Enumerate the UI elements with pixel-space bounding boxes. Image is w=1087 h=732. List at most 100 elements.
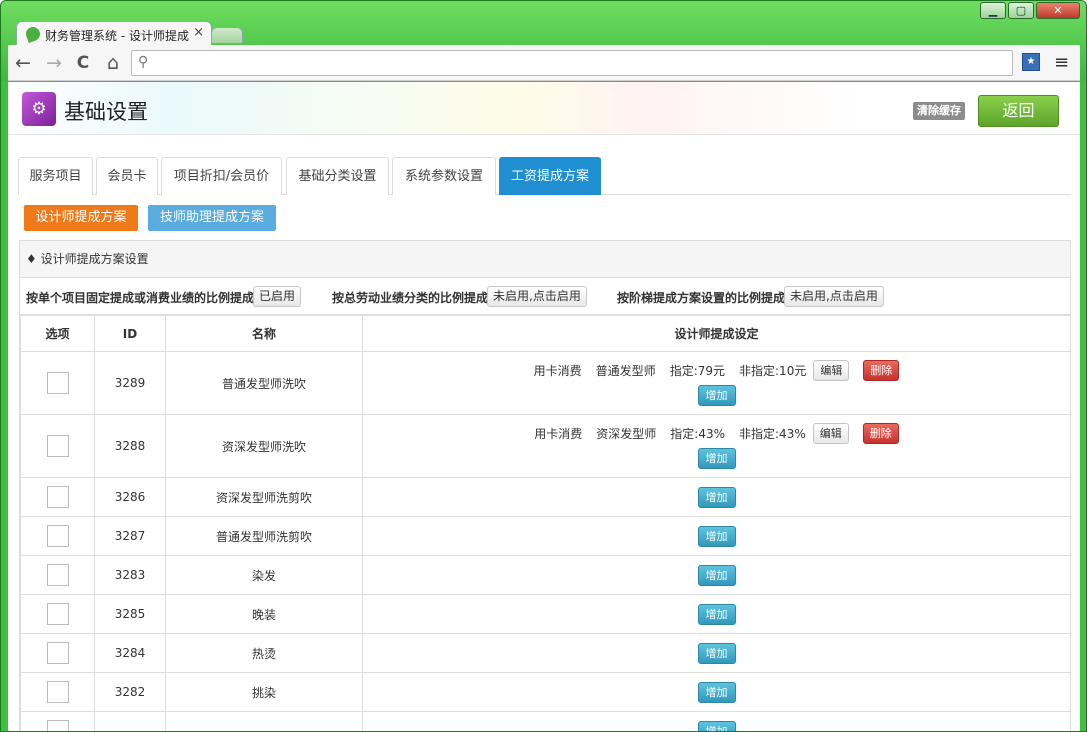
tab-service-items[interactable]: 服务项目	[18, 157, 93, 195]
table-header-row: 选项 ID 名称 设计师提成设定	[20, 315, 1071, 352]
back-arrow-icon[interactable]: ←	[12, 52, 34, 74]
assistant-commission-button[interactable]: 技师助理提成方案	[148, 205, 276, 231]
page-content: ⚙ 基础设置 清除缓存 返回 服务项目 会员卡 项目折扣/会员价 基础分类设置 …	[8, 82, 1080, 731]
search-icon: ⚲	[138, 54, 149, 70]
row-checkbox[interactable]	[46, 372, 69, 394]
row-setting: 增加	[362, 477, 1071, 517]
row-setting: 增加	[362, 516, 1071, 556]
leaf-favicon-icon	[24, 25, 42, 43]
add-button[interactable]: 增加	[697, 385, 736, 406]
row-id: 3288	[94, 414, 166, 478]
row-checkbox[interactable]	[46, 681, 69, 703]
rule-toggle-tiered[interactable]: 未启用,点击启用	[784, 286, 884, 307]
add-button[interactable]: 增加	[697, 642, 736, 664]
tab-system-parameters[interactable]: 系统参数设置	[392, 157, 496, 195]
address-bar[interactable]: ⚲	[131, 50, 1013, 76]
row-setting: 增加	[362, 711, 1071, 731]
rule-label-tiered: 按阶梯提成方案设置的比例提成	[617, 291, 786, 305]
browser-tab[interactable]: 财务管理系统 - 设计师提成 ×	[16, 21, 212, 46]
designer-commission-button[interactable]: 设计师提成方案	[24, 205, 138, 231]
rule-toggle-category[interactable]: 未启用,点击启用	[487, 286, 587, 307]
column-setting: 设计师提成设定	[362, 315, 1071, 352]
add-button[interactable]: 增加	[697, 525, 736, 547]
table-row: 3286 资深发型师洗剪吹 增加	[20, 477, 1071, 517]
page-title: 基础设置	[64, 100, 148, 124]
column-name: 名称	[165, 315, 363, 352]
clear-cache-button[interactable]: 清除缓存	[913, 102, 965, 120]
delete-button[interactable]: 删除	[863, 360, 900, 381]
column-id: ID	[94, 315, 166, 352]
row-checkbox[interactable]	[46, 435, 69, 457]
rule-toggle-fixed[interactable]: 已启用	[253, 286, 302, 307]
setting-type: 用卡消费	[534, 427, 583, 441]
setting-type: 用卡消费	[533, 364, 582, 378]
row-setting: 增加	[362, 633, 1071, 673]
row-setting: 增加	[362, 555, 1071, 595]
new-tab-button[interactable]	[211, 27, 243, 43]
add-button[interactable]: 增加	[697, 720, 736, 731]
row-id: 3282	[94, 672, 166, 712]
delete-button[interactable]: 删除	[862, 423, 899, 444]
tab-commission-plan[interactable]: 工资提成方案	[499, 157, 601, 195]
table-row: 3282 挑染 增加	[20, 672, 1071, 712]
add-button[interactable]: 增加	[697, 448, 736, 469]
rule-label-category: 按总劳动业绩分类的比例提成	[332, 291, 489, 305]
setting-level: 普通发型师	[595, 364, 656, 378]
close-window-button[interactable]: ✕	[1036, 2, 1080, 19]
maximize-button[interactable]: ▢	[1008, 2, 1034, 19]
row-setting: 用卡消费 资深发型师 指定:43% 非指定:43% 编辑 删除 增加	[362, 414, 1071, 478]
add-button[interactable]: 增加	[697, 681, 736, 703]
row-name	[165, 711, 363, 731]
row-id: 3287	[94, 516, 166, 556]
table-row: 3289 普通发型师洗吹 用卡消费 普通发型师 指定:79元 非指定:10元 编…	[20, 351, 1071, 415]
browser-toolbar: ← → C ⌂ ⚲ ★ ≡	[8, 45, 1080, 81]
tab-discount-member-price[interactable]: 项目折扣/会员价	[161, 157, 282, 195]
panel-title: ♦ 设计师提成方案设置	[20, 241, 1070, 278]
row-id: 3289	[94, 351, 166, 415]
row-name: 普通发型师洗吹	[165, 351, 363, 415]
row-checkbox[interactable]	[46, 720, 69, 731]
forward-arrow-icon[interactable]: →	[43, 52, 65, 74]
column-select: 选项	[20, 315, 95, 352]
commission-panel: ♦ 设计师提成方案设置 按单个项目固定提成或消费业绩的比例提成 已启用 按总劳动…	[19, 240, 1071, 731]
edit-button[interactable]: 编辑	[813, 360, 850, 381]
setting-assigned: 指定:79元	[669, 364, 726, 378]
table-row: 3283 染发 增加	[20, 555, 1071, 595]
tab-member-card[interactable]: 会员卡	[96, 157, 158, 195]
settings-gear-icon: ⚙	[22, 92, 56, 126]
reload-icon[interactable]: C	[72, 52, 94, 74]
row-id: 3285	[94, 594, 166, 634]
row-id: 3286	[94, 477, 166, 517]
table-row: 3285 晚装 增加	[20, 594, 1071, 634]
row-id	[94, 711, 166, 731]
add-button[interactable]: 增加	[697, 564, 736, 586]
edit-button[interactable]: 编辑	[812, 423, 849, 444]
address-input[interactable]	[158, 54, 998, 72]
row-checkbox[interactable]	[46, 642, 69, 664]
row-checkbox[interactable]	[46, 486, 69, 508]
browser-window: ▁ ▢ ✕ 财务管理系统 - 设计师提成 × ← → C ⌂ ⚲ ★ ≡ ⚙ 基…	[0, 0, 1087, 732]
row-name: 普通发型师洗剪吹	[165, 516, 363, 556]
bookmark-extension-icon[interactable]: ★	[1022, 53, 1040, 71]
tab-close-icon[interactable]: ×	[193, 25, 204, 40]
tab-category-settings[interactable]: 基础分类设置	[286, 157, 389, 195]
row-checkbox[interactable]	[46, 525, 69, 547]
rule-label-fixed: 按单个项目固定提成或消费业绩的比例提成	[26, 291, 255, 305]
settings-tabs: 服务项目 会员卡 项目折扣/会员价 基础分类设置 系统参数设置 工资提成方案	[18, 157, 1070, 195]
row-checkbox[interactable]	[46, 564, 69, 586]
add-button[interactable]: 增加	[697, 486, 736, 508]
row-checkbox[interactable]	[46, 603, 69, 625]
row-name: 热烫	[165, 633, 363, 673]
page-header: ⚙ 基础设置 清除缓存 返回	[8, 82, 1080, 135]
table-row: 3284 热烫 增加	[20, 633, 1071, 673]
row-name: 挑染	[165, 672, 363, 712]
tab-title: 财务管理系统 - 设计师提成	[45, 29, 189, 43]
minimize-button[interactable]: ▁	[980, 2, 1006, 19]
add-button[interactable]: 增加	[697, 603, 736, 625]
row-setting: 增加	[362, 594, 1071, 634]
home-icon[interactable]: ⌂	[102, 52, 124, 74]
commission-rules: 按单个项目固定提成或消费业绩的比例提成 已启用 按总劳动业绩分类的比例提成 未启…	[20, 278, 1070, 315]
back-button[interactable]: 返回	[978, 95, 1059, 127]
menu-icon[interactable]: ≡	[1054, 52, 1069, 73]
row-id: 3283	[94, 555, 166, 595]
